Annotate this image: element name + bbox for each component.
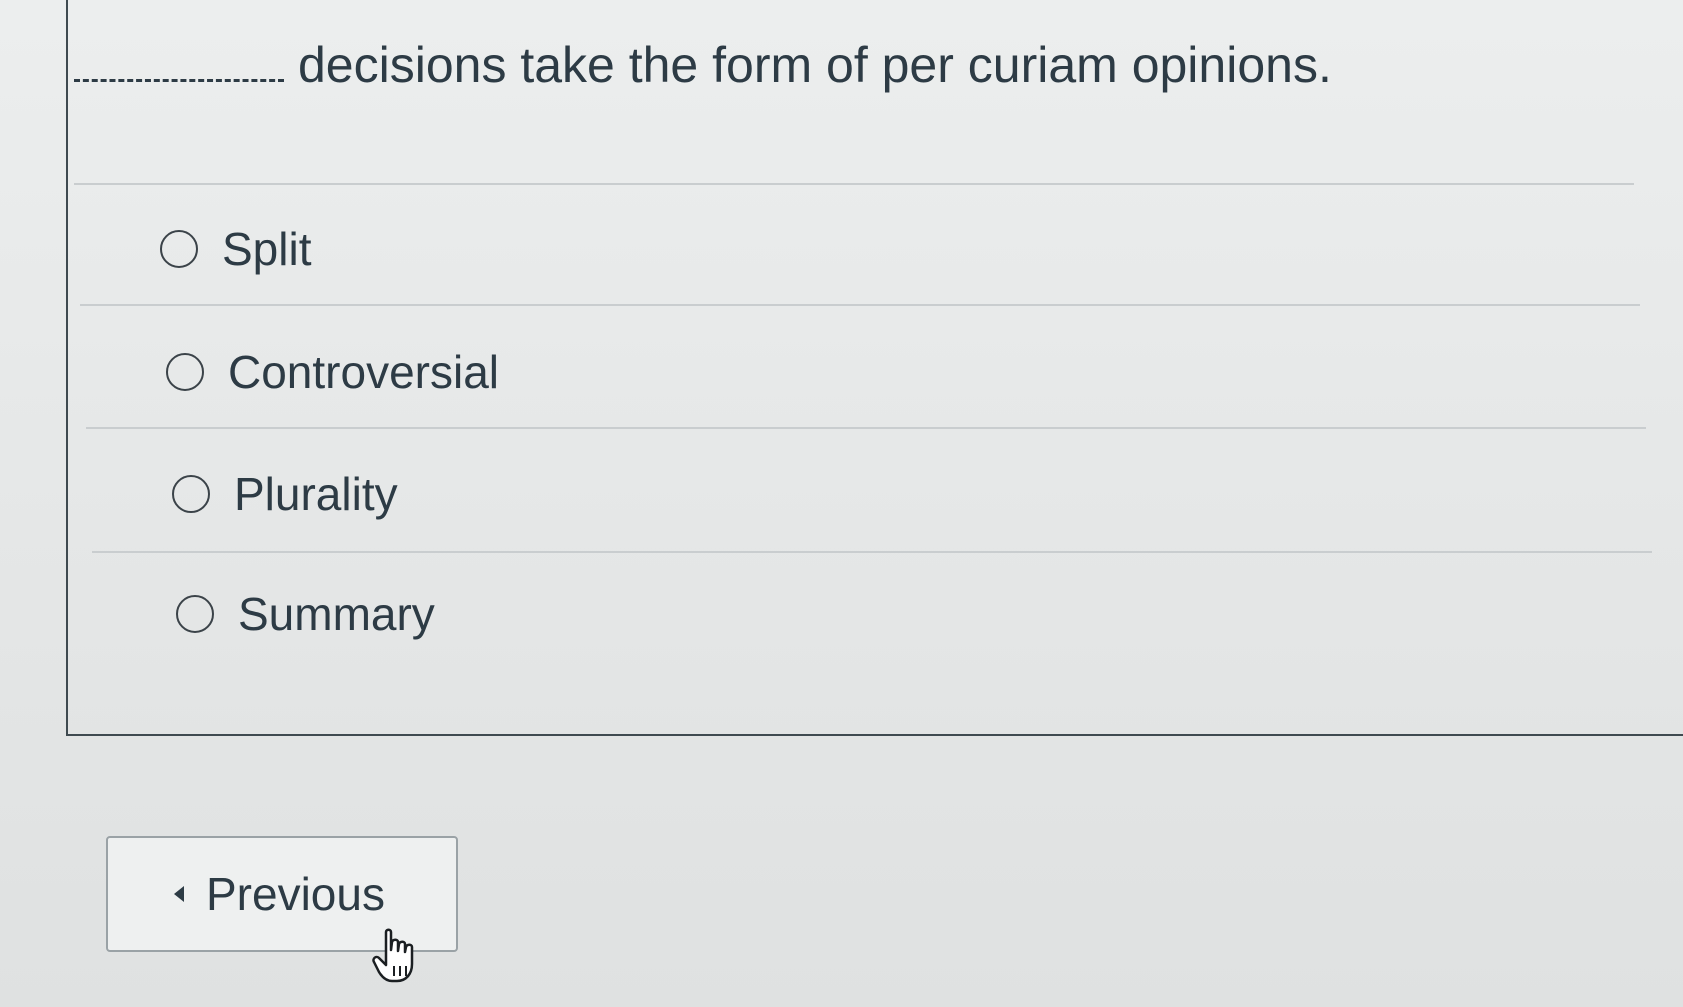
fill-in-blank: [74, 71, 284, 82]
option-plurality[interactable]: Plurality: [172, 467, 398, 521]
hand-pointer-icon: [372, 928, 414, 983]
option-label: Split: [222, 223, 312, 275]
option-label: Controversial: [228, 346, 499, 398]
option-split[interactable]: Split: [160, 222, 311, 276]
option-label: Plurality: [234, 468, 398, 520]
previous-label: Previous: [206, 868, 385, 920]
divider: [86, 427, 1646, 429]
radio-button[interactable]: [172, 475, 210, 513]
option-controversial[interactable]: Controversial: [166, 345, 499, 399]
caret-left-icon: [174, 886, 184, 902]
question-prompt: decisions take the form of per curiam op…: [298, 37, 1332, 93]
radio-button[interactable]: [166, 353, 204, 391]
divider: [74, 183, 1634, 185]
divider: [92, 551, 1652, 553]
radio-button[interactable]: [176, 595, 214, 633]
radio-button[interactable]: [160, 230, 198, 268]
divider: [80, 304, 1640, 306]
quiz-screen: decisions take the form of per curiam op…: [0, 0, 1683, 1007]
question-text: decisions take the form of per curiam op…: [74, 36, 1332, 94]
option-label: Summary: [238, 588, 435, 640]
option-summary[interactable]: Summary: [176, 587, 435, 641]
